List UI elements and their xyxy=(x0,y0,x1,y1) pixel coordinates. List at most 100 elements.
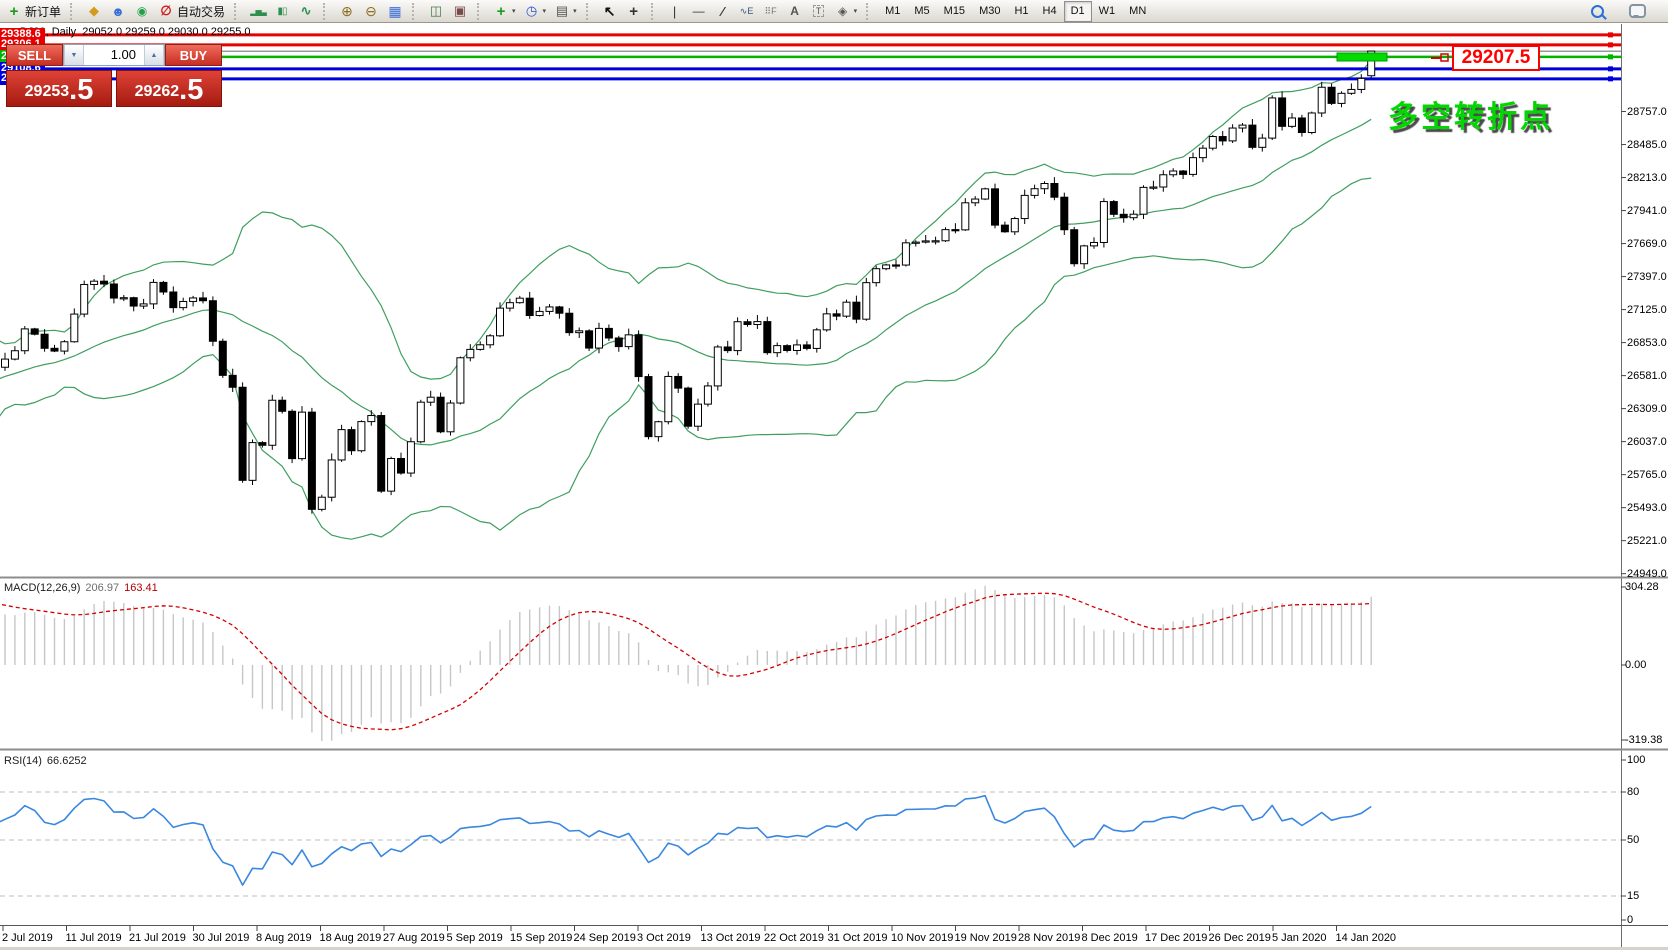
line-chart-button[interactable] xyxy=(294,1,318,22)
horizontal-line-button[interactable] xyxy=(687,1,711,22)
toolbar-right-icons xyxy=(1586,1,1650,22)
community-button[interactable] xyxy=(106,1,130,22)
autotrading-button[interactable]: 自动交易 xyxy=(154,1,229,22)
label-button[interactable] xyxy=(807,1,831,22)
line-handle[interactable] xyxy=(1608,66,1613,71)
toolbar-separator xyxy=(586,3,594,20)
line-handle[interactable] xyxy=(1,32,6,37)
bollinger-band-line xyxy=(0,61,1371,380)
vertical-line-button[interactable] xyxy=(663,1,687,22)
toolbar-separator xyxy=(70,3,78,20)
line-handle[interactable] xyxy=(1608,42,1613,47)
line-handle[interactable] xyxy=(1608,32,1613,37)
mt4-terminal: 新订单自动交易▾▾▾▾M1M5M15M30H1H4D1W1MN ▲DJ30, D… xyxy=(0,0,1668,950)
new-order-button-label: 新订单 xyxy=(25,3,61,20)
periods-button[interactable]: ▾ xyxy=(520,1,551,22)
volume-up-button[interactable]: ▲ xyxy=(144,45,164,65)
template-icon xyxy=(554,3,570,19)
toolbar-group xyxy=(598,0,646,23)
dropdown-arrow-icon: ▾ xyxy=(512,7,516,15)
sell-price-box[interactable]: 29253 .5 xyxy=(6,70,112,107)
toolbar-separator xyxy=(651,3,659,20)
sell-button[interactable]: SELL xyxy=(6,44,63,66)
cascade-windows-icon xyxy=(452,3,468,19)
timeframe-m5-button[interactable]: M5 xyxy=(907,1,936,22)
arrange-windows-button[interactable] xyxy=(424,1,448,22)
timeframe-m30-button[interactable]: M30 xyxy=(972,1,1007,22)
bollinger-band-line xyxy=(0,178,1371,539)
new-order-button[interactable]: 新订单 xyxy=(2,1,65,22)
volume-down-button[interactable]: ▼ xyxy=(64,45,84,65)
toolbar-group: 新订单 xyxy=(2,0,65,23)
line-handle[interactable] xyxy=(1608,76,1613,81)
timeframe-m1-button[interactable]: M1 xyxy=(878,1,907,22)
fibonacci-button[interactable] xyxy=(735,1,759,22)
trendline-button[interactable] xyxy=(711,1,735,22)
zoom-out-icon xyxy=(363,3,379,19)
shapes-button[interactable]: ▾ xyxy=(831,1,862,22)
autotrading-button-label: 自动交易 xyxy=(177,3,225,20)
cursor-icon xyxy=(602,3,618,19)
text-icon xyxy=(787,3,803,19)
tile-windows-icon xyxy=(387,3,403,19)
line-handle[interactable] xyxy=(1608,54,1613,59)
zoom-in-icon xyxy=(339,3,355,19)
one-click-trading-panel: SELL ▼ 1.00 ▲ BUY 29253 .5 29262 .5 xyxy=(6,44,222,107)
buy-price-frac: .5 xyxy=(179,76,203,105)
templates-button[interactable]: ▾ xyxy=(550,1,581,22)
highlight-segment[interactable] xyxy=(1337,53,1387,61)
buy-button[interactable]: BUY xyxy=(165,44,222,66)
chat-button[interactable] xyxy=(1625,1,1650,22)
cascade-windows-button[interactable] xyxy=(448,1,472,22)
new-chart-button[interactable]: ▾ xyxy=(489,1,520,22)
dropdown-arrow-icon: ▾ xyxy=(543,7,547,15)
timeframe-mn-button[interactable]: MN xyxy=(1122,1,1153,22)
cursor-button[interactable] xyxy=(598,1,622,22)
timeframe-group: M1M5M15M30H1H4D1W1MN xyxy=(878,0,1153,23)
bar-chart-button[interactable] xyxy=(246,1,270,22)
timeframe-h4-button[interactable]: H4 xyxy=(1036,1,1064,22)
candlestick-button[interactable] xyxy=(270,1,294,22)
search-button[interactable] xyxy=(1586,1,1609,22)
crosshair-button[interactable] xyxy=(622,1,646,22)
arrow-up-icon: ▲ xyxy=(151,52,158,59)
timeframe-w1-button[interactable]: W1 xyxy=(1092,1,1123,22)
dropdown-arrow-icon: ▾ xyxy=(573,7,577,15)
vline-icon xyxy=(667,3,683,19)
toolbar-separator xyxy=(412,3,420,20)
new-order-icon xyxy=(6,3,22,19)
toolbar-separator xyxy=(477,3,485,20)
fibonacci-icon xyxy=(739,3,755,19)
candles-layer xyxy=(2,51,1375,514)
search-icon xyxy=(1591,5,1604,18)
arrange-windows-icon xyxy=(428,3,444,19)
bar-chart-icon xyxy=(250,3,266,19)
zoom-out-button[interactable] xyxy=(359,1,383,22)
signal-icon xyxy=(134,3,150,19)
trendline-icon xyxy=(715,3,731,19)
shapes-icon xyxy=(835,3,851,19)
grid-button[interactable] xyxy=(759,1,783,22)
zoom-in-button[interactable] xyxy=(335,1,359,22)
toolbar-separator xyxy=(866,3,874,20)
clock-icon xyxy=(524,3,540,19)
autotrading-icon xyxy=(158,3,174,19)
volume-input[interactable]: 1.00 xyxy=(84,45,144,65)
crosshair-icon xyxy=(626,3,642,19)
text-button[interactable] xyxy=(783,1,807,22)
dropdown-arrow-icon: ▾ xyxy=(854,7,858,15)
timeframe-d1-button[interactable]: D1 xyxy=(1064,1,1092,22)
tile-windows-button[interactable] xyxy=(383,1,407,22)
signals-button[interactable] xyxy=(130,1,154,22)
toolbar-separator xyxy=(234,3,242,20)
main-toolbar: 新订单 自动交易 ▾ ▾ ▾ ▾ M1M5M15M30H1H4D1W1MN xyxy=(0,0,1668,23)
buy-price-box[interactable]: 29262 .5 xyxy=(116,70,222,107)
new-chart-icon xyxy=(493,3,509,19)
deposit-button[interactable] xyxy=(82,1,106,22)
timeframe-h1-button[interactable]: H1 xyxy=(1007,1,1035,22)
buy-price-main: 29262 xyxy=(135,83,180,101)
grid-icon xyxy=(763,3,779,19)
candlestick-icon xyxy=(274,3,290,19)
chart-canvas[interactable] xyxy=(0,0,1668,950)
timeframe-m15-button[interactable]: M15 xyxy=(937,1,972,22)
